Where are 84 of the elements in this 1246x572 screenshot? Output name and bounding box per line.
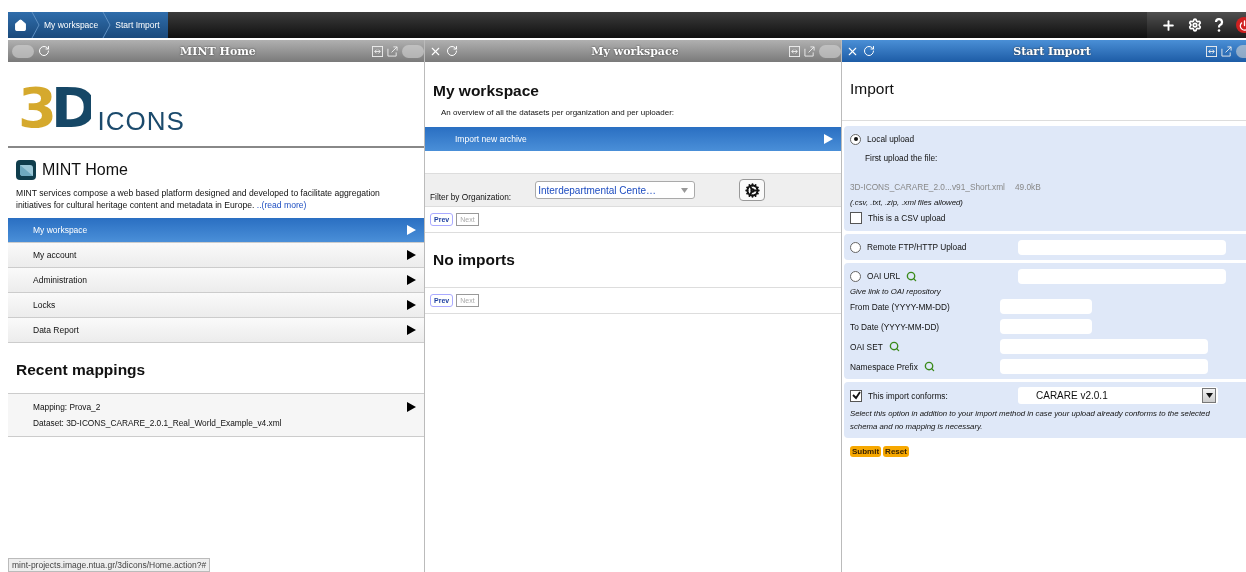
panel-title: Start Import [1013, 44, 1091, 58]
panel-title: MINT Home [180, 44, 256, 58]
text-field[interactable] [1000, 359, 1208, 374]
reload-icon[interactable] [863, 45, 875, 57]
arrow-icon [407, 225, 416, 235]
menu-item[interactable]: Administration [8, 268, 424, 293]
url-field[interactable] [1018, 268, 1226, 284]
caret-icon [1205, 393, 1213, 398]
mapping-name: Mapping: Prova_2 [33, 402, 102, 412]
app-icon [16, 160, 36, 180]
form-button[interactable]: Reset [883, 446, 909, 457]
search-icon[interactable] [906, 270, 918, 282]
search-icon[interactable] [923, 361, 935, 372]
arrow-icon [407, 250, 416, 260]
menu-item[interactable]: My workspace [8, 218, 424, 243]
schema-select[interactable]: CARARE v2.0.1 [1018, 387, 1218, 404]
panel-title: My workspace [591, 44, 679, 58]
back-button[interactable] [12, 44, 34, 58]
home-icon[interactable] [14, 18, 27, 32]
text-field[interactable] [1000, 339, 1208, 354]
chevron-icon [102, 12, 112, 38]
option-label: Remote FTP/HTTP Upload [867, 242, 967, 252]
chevron-icon [31, 12, 40, 38]
arrow-icon [407, 300, 416, 310]
forward-button[interactable] [819, 44, 841, 58]
subtitle-text: An overview of all the datasets per organization and per uploader: [440, 107, 676, 117]
file-name: 3D-ICONS_CARARE_2.0...v91_Short.xml [850, 182, 1005, 192]
page-heading: Import [842, 62, 1246, 121]
url-field[interactable] [1018, 239, 1226, 255]
date-field[interactable] [1000, 299, 1092, 314]
field-label: To Date (YYYY-MM-DD) [850, 321, 940, 332]
field-label: OAI SET [850, 341, 883, 352]
option-label: Local upload [867, 134, 915, 144]
menu-item[interactable]: Data Report [8, 318, 424, 343]
reload-icon[interactable] [38, 45, 50, 57]
expand-icon[interactable] [789, 45, 800, 57]
arrow-icon [824, 134, 833, 144]
mapping-item[interactable]: Mapping: Prova_2 Dataset: 3D-ICONS_CARARE_2.0.1_Real_World_Example_v4.xml [8, 393, 424, 437]
reload-icon[interactable] [446, 45, 458, 57]
arrow-icon [407, 402, 416, 412]
option-label: OAI URL [867, 271, 901, 281]
radio-button[interactable] [850, 270, 861, 282]
page-heading: MINT Home [42, 161, 128, 179]
date-field[interactable] [1000, 319, 1092, 334]
read-more-link[interactable]: ..(read more) [256, 199, 307, 210]
checkbox-label: This import conforms: [868, 390, 948, 401]
radio-button[interactable] [850, 133, 861, 145]
checkbox[interactable] [850, 212, 862, 224]
export-icon[interactable] [387, 45, 398, 57]
field-label: From Date (YYYY-MM-DD) [850, 301, 950, 312]
checkbox-label: This is a CSV upload [868, 213, 946, 223]
arrow-icon [407, 275, 416, 285]
caret-icon [681, 187, 689, 193]
breadcrumb-link[interactable]: Start Import [115, 20, 160, 30]
expand-icon[interactable] [372, 45, 383, 57]
filter-label: Filter by Organization: [430, 192, 512, 202]
menu-item[interactable]: My account [8, 243, 424, 268]
export-icon[interactable] [1221, 45, 1232, 57]
radio-button[interactable] [850, 241, 861, 253]
settings-icon[interactable] [1188, 18, 1202, 32]
gears-button[interactable] [739, 179, 766, 201]
export-icon[interactable] [804, 45, 815, 57]
empty-message: No imports [432, 250, 516, 270]
status-url: mint-projects.image.ntua.gr/3dicons/Home.action?# [8, 558, 211, 572]
breadcrumb-link[interactable]: My workspace [44, 20, 99, 30]
form-button[interactable]: Submit [850, 446, 882, 457]
upload-prompt: First upload the file: [865, 153, 938, 163]
expand-icon[interactable] [1206, 45, 1217, 57]
add-icon[interactable] [1161, 17, 1176, 33]
arrow-icon [407, 325, 416, 335]
logo-word: ICONS [97, 108, 185, 134]
dataset-name: Dataset: 3D-ICONS_CARARE_2.0.1_Real_World_Example_v4.xml [33, 418, 282, 428]
help-icon[interactable] [1214, 18, 1224, 32]
organization-select[interactable]: Interdepartmental Cente… [535, 181, 696, 199]
description-text: MINT services compose a web based platform designed and developed to facilitate aggregation initiatives for cultural heritage content and metadata in Europe. ..(read more) [15, 188, 381, 211]
file-size: 49.0kB [1014, 182, 1041, 192]
import-archive-item[interactable]: Import new archive [425, 127, 841, 151]
page-heading: My workspace [432, 81, 540, 100]
menu-item[interactable]: Locks [8, 293, 424, 318]
section-heading: Recent mappings [15, 360, 147, 379]
forward-button[interactable] [402, 44, 424, 58]
search-icon[interactable] [888, 341, 900, 352]
checkbox[interactable] [850, 389, 862, 402]
field-label: Namespace Prefix [850, 361, 918, 372]
